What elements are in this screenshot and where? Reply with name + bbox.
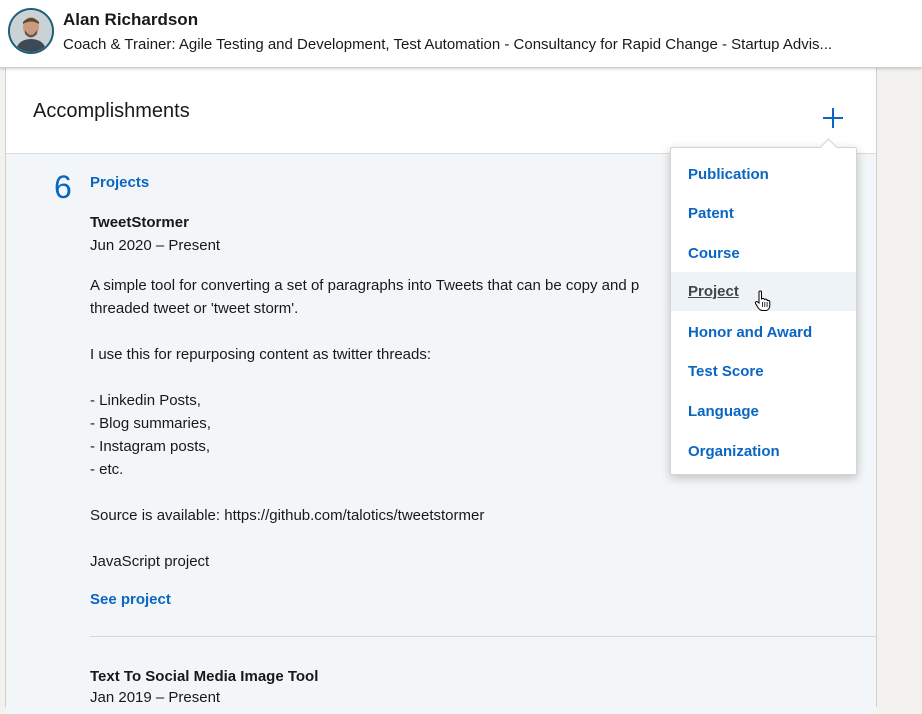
project-title: TweetStormer xyxy=(90,214,189,231)
menu-item-label: Project xyxy=(688,283,739,300)
hand-cursor-icon xyxy=(754,290,771,311)
profile-sticky-header: Alan Richardson Coach & Trainer: Agile T… xyxy=(0,0,922,68)
profile-avatar[interactable] xyxy=(8,8,54,54)
menu-item-label: Course xyxy=(688,245,740,262)
menu-item-label: Honor and Award xyxy=(688,324,813,341)
projects-section-label[interactable]: Projects xyxy=(90,174,149,191)
menu-item-label: Patent xyxy=(688,205,734,222)
menu-item-organization[interactable]: Organization xyxy=(671,432,856,471)
menu-item-course[interactable]: Course xyxy=(671,234,856,273)
project-divider xyxy=(90,636,876,637)
profile-headline: Coach & Trainer: Agile Testing and Devel… xyxy=(63,36,833,53)
menu-item-label: Organization xyxy=(688,443,780,460)
menu-item-language[interactable]: Language xyxy=(671,392,856,431)
project-date: Jan 2019 – Present xyxy=(90,689,221,706)
profile-name[interactable]: Alan Richardson xyxy=(63,10,198,30)
avatar-photo xyxy=(10,10,52,52)
plus-icon xyxy=(823,108,843,128)
menu-item-publication[interactable]: Publication xyxy=(671,155,856,194)
see-project-link[interactable]: See project xyxy=(90,591,171,608)
project-date: Jun 2020 – Present xyxy=(90,237,221,254)
menu-item-honor-and-award[interactable]: Honor and Award xyxy=(671,313,856,352)
page-background xyxy=(878,67,922,702)
project-description: A simple tool for converting a set of pa… xyxy=(90,277,640,570)
card-header: Accomplishments xyxy=(6,67,876,154)
add-accomplishment-button[interactable] xyxy=(819,104,847,132)
projects-count: 6 xyxy=(54,169,72,205)
menu-item-patent[interactable]: Patent xyxy=(671,194,856,233)
project-title: Text To Social Media Image Tool xyxy=(90,668,319,685)
menu-item-label: Publication xyxy=(688,166,769,183)
menu-item-test-score[interactable]: Test Score xyxy=(671,352,856,391)
menu-item-label: Test Score xyxy=(688,363,764,380)
card-title: Accomplishments xyxy=(33,100,190,122)
menu-item-label: Language xyxy=(688,403,759,420)
